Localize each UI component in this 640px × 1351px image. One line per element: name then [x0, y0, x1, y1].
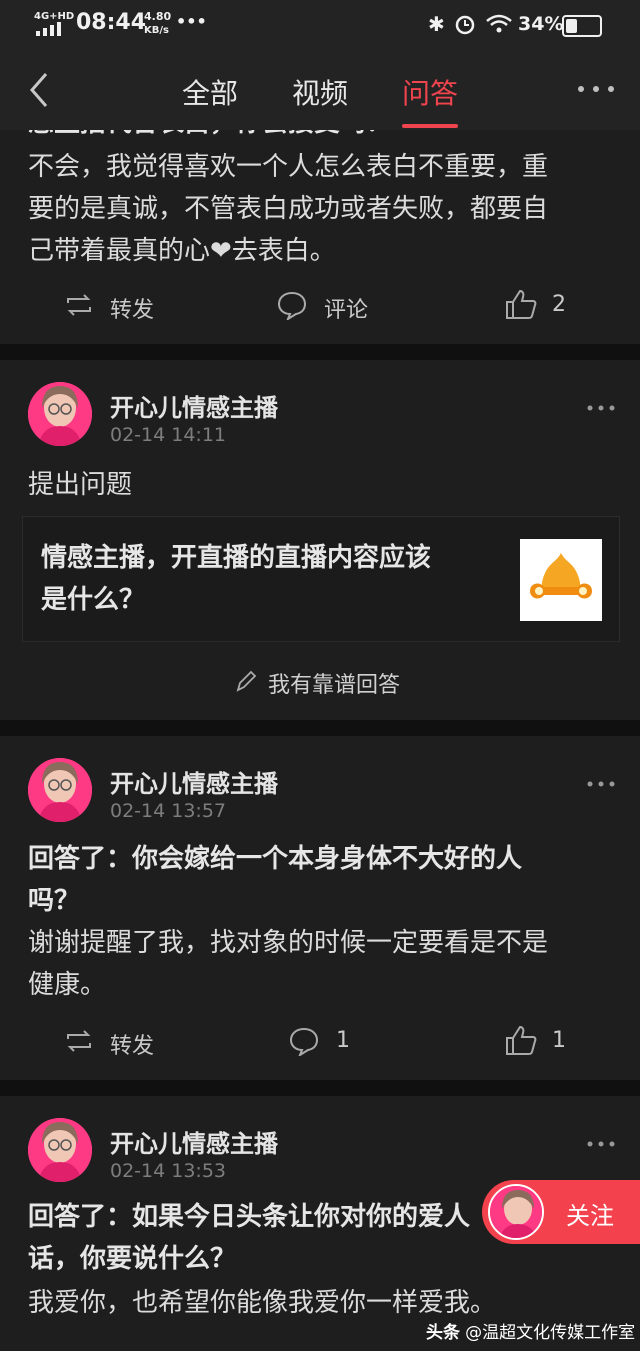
more-menu-icon[interactable]: [576, 84, 616, 94]
clock: 08:44: [76, 10, 147, 35]
net-speed-unit: KB/s: [144, 25, 169, 36]
post-text: 提出问题: [28, 470, 133, 500]
post-time: 02-14 14:11: [110, 424, 227, 446]
thumbs-up-icon: [506, 289, 537, 319]
avatar[interactable]: [28, 1118, 92, 1182]
post-more-icon[interactable]: [586, 1140, 616, 1148]
watermark-account: @温超文化传媒工作室: [465, 1323, 636, 1343]
status-bar: 4G+HD 08:44 4.80 KB/s ••• ✱ 34%: [0, 0, 640, 50]
battery-fill: [566, 19, 577, 33]
like-count: 1: [552, 1028, 566, 1053]
answer-line-3: 己带着最真的心❤去表白。: [28, 236, 336, 266]
answer-title-line-1[interactable]: 回答了：你会嫁给一个本身身体不大好的人: [28, 838, 522, 880]
watermark-app: 头条: [426, 1323, 460, 1343]
net-speed-value: 4.80: [144, 10, 172, 23]
author-name[interactable]: 开心儿情感主播: [110, 764, 278, 799]
bluetooth-icon: ✱: [428, 12, 445, 36]
author-name[interactable]: 开心儿情感主播: [110, 388, 278, 423]
tab-all[interactable]: 全部: [182, 72, 238, 112]
alarm-icon: [455, 15, 475, 35]
post-more-icon[interactable]: [586, 780, 616, 788]
question-line-2: 是什么？: [41, 585, 146, 615]
answer-line-1: 不会，我觉得喜欢一个人怎么表白不重要，重: [28, 152, 549, 182]
answer-title-line-1[interactable]: 回答了：如果今日头条让你对你的爱人: [28, 1196, 470, 1238]
repost-label: 转发: [110, 298, 155, 323]
tab-qa[interactable]: 问答: [402, 72, 458, 112]
answer-line-2: 要的是真诚，不管表白成功或者失败，都要自: [28, 194, 549, 224]
divider: [0, 1080, 640, 1096]
answer-title-line-2[interactable]: 话，你要说什么？: [28, 1238, 236, 1280]
follow-button[interactable]: 关注: [482, 1180, 640, 1244]
answer-body-line-1: 谢谢提醒了我，找对象的时候一定要看是不是: [28, 928, 549, 958]
divider: [0, 344, 640, 360]
feed-item-answer[interactable]: 您主播代替表白，你会接受吗？ 不会，我觉得喜欢一个人怎么表白不重要，重 要的是真…: [0, 130, 640, 344]
follow-avatar: [488, 1184, 544, 1240]
battery-percent: 34%: [518, 13, 564, 35]
repost-label: 转发: [110, 1034, 155, 1059]
post-time: 02-14 13:53: [110, 1160, 227, 1182]
follow-label: 关注: [566, 1202, 614, 1230]
wifi-icon: [486, 14, 512, 33]
avatar[interactable]: [28, 382, 92, 446]
active-tab-indicator: [402, 124, 458, 128]
comment-icon: [289, 1027, 319, 1056]
question-card[interactable]: 情感主播，开直播的直播内容应该 是什么？: [22, 516, 620, 642]
feed-item-answer[interactable]: 开心儿情感主播 02-14 13:57 回答了：你会嫁给一个本身身体不大好的人 …: [0, 736, 640, 1080]
pencil-icon: [236, 670, 257, 692]
thumbs-up-icon: [506, 1025, 537, 1055]
battery-icon: [562, 15, 602, 37]
tab-video[interactable]: 视频: [292, 72, 348, 112]
comment-count: 1: [336, 1028, 350, 1053]
repost-icon: [67, 294, 91, 316]
more-notifications: •••: [176, 12, 207, 31]
post-more-icon[interactable]: [586, 404, 616, 412]
answer-body-line-2: 健康。: [28, 970, 107, 1000]
watermark: 头条 @温超文化传媒工作室: [426, 1318, 635, 1343]
back-icon[interactable]: [26, 70, 50, 110]
question-line-1: 情感主播，开直播的直播内容应该: [41, 543, 432, 573]
divider: [0, 720, 640, 736]
network-type: 4G+HD: [34, 11, 75, 22]
repost-icon: [67, 1030, 91, 1052]
author-name[interactable]: 开心儿情感主播: [110, 1124, 278, 1159]
like-count: 2: [552, 292, 566, 317]
answer-title-line-2[interactable]: 吗？: [28, 880, 80, 922]
answer-question-label: 我有靠谱回答: [268, 673, 401, 698]
post-time: 02-14 13:57: [110, 800, 227, 822]
avatar[interactable]: [28, 758, 92, 822]
comment-label: 评论: [324, 298, 369, 323]
cloud-logo-icon: [530, 553, 592, 599]
signal-icon: [36, 22, 61, 36]
answer-title-cut: 您主播代替表白，你会接受吗？: [28, 130, 392, 144]
question-thumbnail: [520, 539, 602, 621]
comment-icon: [277, 291, 307, 320]
